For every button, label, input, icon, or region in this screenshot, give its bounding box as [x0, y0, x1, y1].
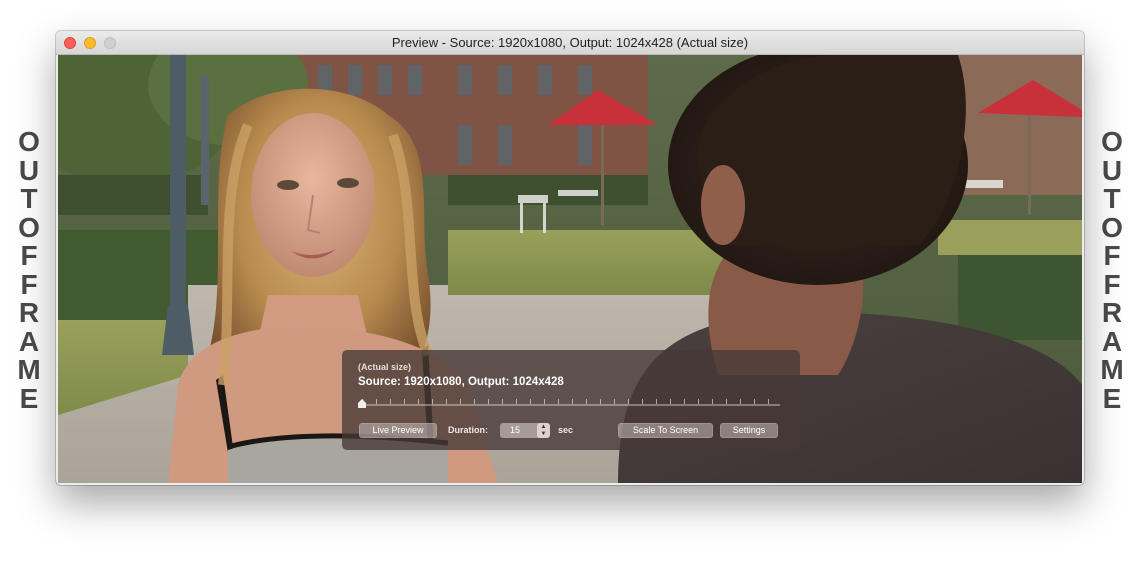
caption-letter: M	[17, 354, 41, 385]
title-bar[interactable]: Preview - Source: 1920x1080, Output: 102…	[56, 31, 1084, 55]
caption-letter: O	[1101, 126, 1123, 157]
scrubber-ticks	[362, 399, 780, 404]
caption-letter: O	[18, 211, 40, 243]
caption-letter: U	[1101, 154, 1123, 186]
caption-letter: R	[1101, 297, 1123, 328]
stepper-arrows-icon[interactable]: ▲ ▼	[537, 423, 550, 438]
stepper-down-icon[interactable]: ▼	[537, 431, 550, 437]
scrubber-track[interactable]	[362, 404, 780, 406]
preview-window: Preview - Source: 1920x1080, Output: 102…	[56, 31, 1084, 485]
seconds-label: sec	[558, 425, 574, 435]
out-of-frame-caption-left: O U T O F F R A M E	[9, 126, 49, 414]
live-preview-button[interactable]: Live Preview	[359, 423, 437, 438]
stepper-up-icon[interactable]: ▲	[537, 424, 550, 430]
caption-letter: F	[20, 240, 38, 271]
out-of-frame-caption-right: O U T O F F R A M E	[1092, 126, 1132, 414]
caption-letter: E	[1102, 382, 1122, 414]
timeline-scrubber[interactable]	[358, 399, 780, 408]
screenshot-stage: O U T O F F R A M E O U T O F F R A M E …	[0, 0, 1140, 566]
caption-letter: O	[1101, 211, 1123, 243]
duration-label: Duration:	[448, 425, 488, 435]
caption-letter: T	[20, 183, 38, 214]
video-preview: (Actual size) Source: 1920x1080, Output:…	[58, 55, 1082, 483]
caption-letter: A	[1101, 325, 1123, 357]
settings-button[interactable]: Settings	[720, 423, 778, 438]
caption-letter: U	[18, 154, 40, 186]
preview-hud: (Actual size) Source: 1920x1080, Output:…	[342, 350, 800, 450]
caption-letter: F	[1103, 268, 1121, 300]
window-title: Preview - Source: 1920x1080, Output: 102…	[391, 35, 749, 50]
scale-to-screen-button[interactable]: Scale To Screen	[618, 423, 713, 438]
hud-resolution-info: Source: 1920x1080, Output: 1024x428	[358, 376, 564, 388]
caption-letter: M	[1100, 354, 1124, 385]
hud-size-mode: (Actual size)	[358, 362, 412, 372]
caption-letter: R	[18, 297, 40, 328]
caption-letter: A	[18, 325, 40, 357]
caption-letter: O	[18, 126, 40, 157]
caption-letter: F	[1103, 240, 1121, 271]
caption-letter: F	[20, 268, 38, 300]
caption-letter: T	[1103, 183, 1121, 214]
caption-letter: E	[19, 382, 39, 414]
